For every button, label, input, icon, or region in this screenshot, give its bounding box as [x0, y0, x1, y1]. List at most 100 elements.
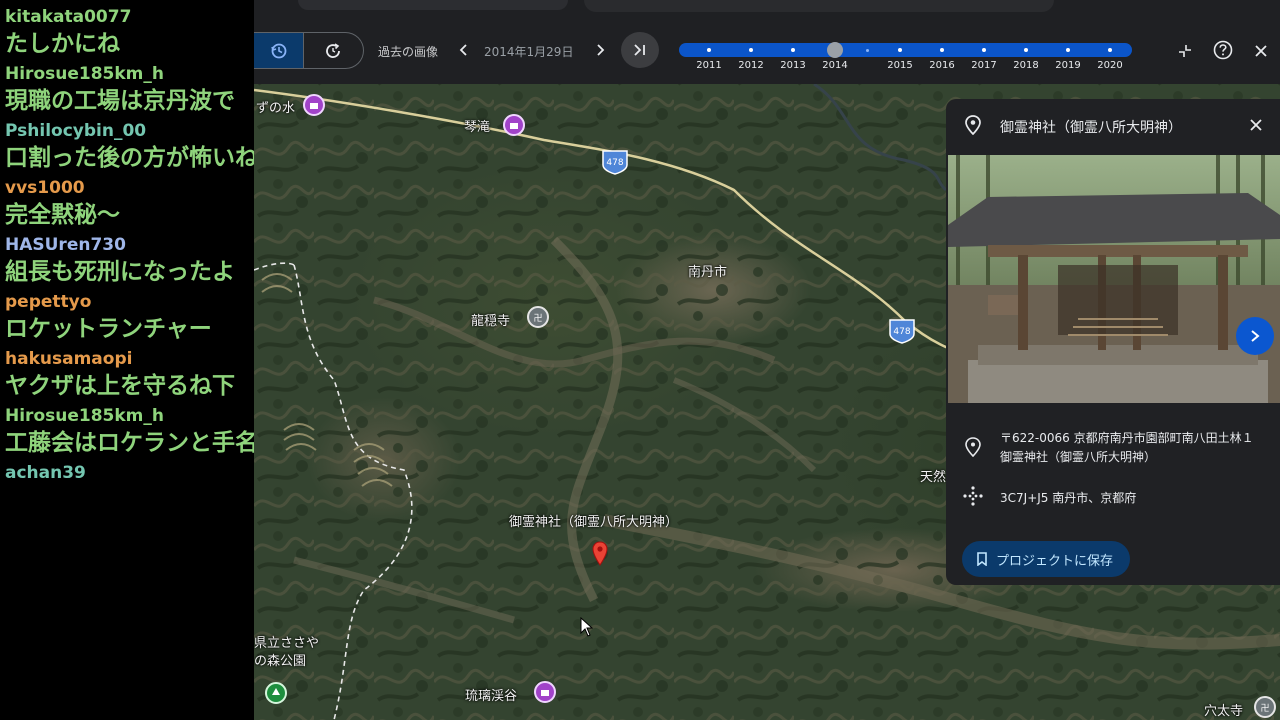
svg-text:卍: 卍 — [1260, 703, 1269, 712]
chat-username: kitakata0077 — [5, 7, 132, 27]
chat-panel: kitakata0077 たしかにね Hirosue185km_h 現職の工場は… — [0, 0, 254, 720]
next-photo-button[interactable] — [1236, 317, 1274, 355]
timeline-year-dot[interactable] — [749, 48, 753, 52]
save-to-project-button[interactable]: プロジェクトに保存 — [962, 541, 1130, 577]
location-pin-icon — [965, 115, 981, 135]
timeline-year-label[interactable]: 2013 — [780, 60, 805, 71]
latest-imagery-button[interactable] — [621, 32, 659, 68]
plus-code-icon — [963, 486, 983, 506]
close-historical-button[interactable] — [1250, 40, 1272, 62]
chat-username: Pshilocybin_00 — [5, 121, 147, 141]
chat-message: vvs1000 完全黙秘〜 — [5, 179, 254, 233]
imagery-mode-toggle — [254, 32, 364, 69]
location-pin-icon[interactable] — [592, 541, 608, 567]
collapse-button[interactable] — [1174, 40, 1196, 62]
chat-message: achan39 — [5, 464, 254, 483]
chat-text: 完全黙秘〜 — [5, 202, 120, 228]
timeline-year-dot[interactable] — [1024, 48, 1028, 52]
chat-text: ロケットランチャー — [5, 316, 212, 342]
chat-message: hakusamaopi ヤクザは上を守るね下 — [5, 350, 254, 404]
timeline-year-dot[interactable] — [898, 48, 902, 52]
timeline-year-dot[interactable] — [791, 48, 795, 52]
timeline-year-label[interactable]: 2014 — [822, 60, 847, 71]
timeline-year-dot[interactable] — [1108, 48, 1112, 52]
chat-username: Hirosue185km_h — [5, 406, 164, 426]
route-number: 478 — [893, 327, 910, 337]
timeline-year-dot[interactable] — [1066, 48, 1070, 52]
temple-poi-icon[interactable]: 卍 — [1254, 696, 1276, 718]
place-info-card: 御霊神社（御霊八所大明神） 〒622-0066 京都府南丹市園部町南八田土林１ … — [946, 99, 1280, 585]
close-icon — [1250, 119, 1262, 131]
chat-message: kitakata0077 たしかにね — [5, 8, 254, 62]
timeline-year-label[interactable]: 2011 — [696, 60, 721, 71]
current-imagery-button[interactable] — [304, 33, 362, 68]
timeline-year-label[interactable]: 2020 — [1097, 60, 1122, 71]
place-photo[interactable] — [948, 155, 1280, 403]
chat-username: hakusamaopi — [5, 349, 133, 369]
previous-date-button[interactable] — [454, 40, 472, 60]
chat-message: HASUren730 組長も死刑になったよ — [5, 236, 254, 290]
chat-username: vvs1000 — [5, 178, 85, 198]
chat-username: Hirosue185km_h — [5, 64, 164, 84]
chat-message: pepettyo ロケットランチャー — [5, 293, 254, 347]
timeline-year-dot[interactable] — [707, 48, 711, 52]
timeline-year-label[interactable]: 2017 — [971, 60, 996, 71]
place-address: 〒622-0066 京都府南丹市園部町南八田土林１ 御霊神社（御霊八所大明神） — [1000, 431, 1254, 464]
chat-message: Hirosue185km_h 現職の工場は京丹波で — [5, 65, 254, 119]
timeline-year-label[interactable]: 2019 — [1055, 60, 1080, 71]
park-poi-icon[interactable] — [265, 682, 287, 704]
route-shield-icon: 478 — [601, 149, 629, 175]
map-label-kotaki[interactable]: 琴滝 — [464, 116, 490, 135]
refresh-clock-icon — [326, 42, 340, 58]
save-button-label: プロジェクトに保存 — [996, 553, 1114, 569]
map-label-ryuonji[interactable]: 龍穏寺 — [471, 310, 510, 329]
map-label-nantan[interactable]: 南丹市 — [688, 261, 727, 280]
chat-text: ヤクザは上を守るね下 — [5, 373, 235, 399]
route-number: 478 — [606, 158, 623, 168]
close-card-button[interactable] — [1246, 115, 1266, 135]
historical-imagery-toolbar: 過去の画像 2014年1月29日 2011 2012 2013 2014 2015 201… — [254, 0, 1280, 84]
timeline-year-label[interactable]: 2012 — [738, 60, 763, 71]
map-label-water[interactable]: ずの水 — [256, 97, 295, 116]
help-button[interactable] — [1212, 39, 1234, 61]
chat-username: pepettyo — [5, 292, 92, 312]
screen: kitakata0077 たしかにね Hirosue185km_h 現職の工場は… — [0, 0, 1280, 720]
map-label-park[interactable]: 県立ささや の森公園 — [254, 635, 319, 671]
map-label-anatauji[interactable]: 穴太寺 — [1204, 700, 1243, 719]
timeline-slider[interactable] — [679, 43, 1132, 57]
timeline-year-label[interactable]: 2015 — [887, 60, 912, 71]
temple-poi-icon[interactable]: 卍 — [527, 306, 549, 328]
place-title: 御霊神社（御霊八所大明神） — [1000, 120, 1182, 136]
historical-imagery-button[interactable] — [254, 33, 304, 68]
chat-text: たしかにね — [5, 31, 120, 57]
timeline-year-dot[interactable] — [982, 48, 986, 52]
chat-text: 口割った後の方が怖いね — [5, 145, 254, 171]
shrine-poi-icon[interactable] — [303, 94, 325, 116]
map-label-tennen[interactable]: 天然 — [920, 466, 946, 485]
chat-text: 組長も死刑になったよ — [5, 259, 235, 285]
timeline-year-dot[interactable] — [940, 48, 944, 52]
map-label-rurikeikoku[interactable]: 琉璃渓谷 — [465, 685, 517, 704]
search-bar-edge[interactable] — [298, 0, 568, 10]
chat-message: Pshilocybin_00 口割った後の方が怖いね — [5, 122, 254, 176]
timeline-minor-dot[interactable] — [866, 48, 869, 52]
chat-username: HASUren730 — [5, 235, 126, 255]
shrine-poi-icon[interactable] — [534, 681, 556, 703]
historical-imagery-label: 過去の画像 — [378, 45, 439, 59]
svg-text:卍: 卍 — [533, 313, 542, 322]
help-icon — [1213, 40, 1233, 60]
satellite-map[interactable]: ずの水 琴滝 478 478 南丹市 龍穏寺 卍 天然 御霊神社（御霊八所大明神… — [254, 0, 1280, 720]
shrine-poi-icon[interactable] — [503, 114, 525, 136]
timeline-year-label[interactable]: 2018 — [1013, 60, 1038, 71]
next-date-button[interactable] — [592, 40, 610, 60]
skip-to-end-icon — [634, 44, 645, 56]
timeline-handle[interactable] — [827, 42, 843, 58]
plus-code: 3C7J+J5 南丹市、京都府 — [1000, 491, 1137, 505]
map-label-shrine[interactable]: 御霊神社（御霊八所大明神） — [509, 511, 678, 530]
timeline-year-label[interactable]: 2016 — [929, 60, 954, 71]
shrine-photo-image — [948, 155, 1280, 403]
chat-text: 工藤会はロケランと手名 — [5, 430, 254, 456]
chevron-right-icon — [1251, 330, 1260, 342]
chevron-right-icon — [597, 44, 605, 56]
close-icon — [1255, 45, 1267, 57]
